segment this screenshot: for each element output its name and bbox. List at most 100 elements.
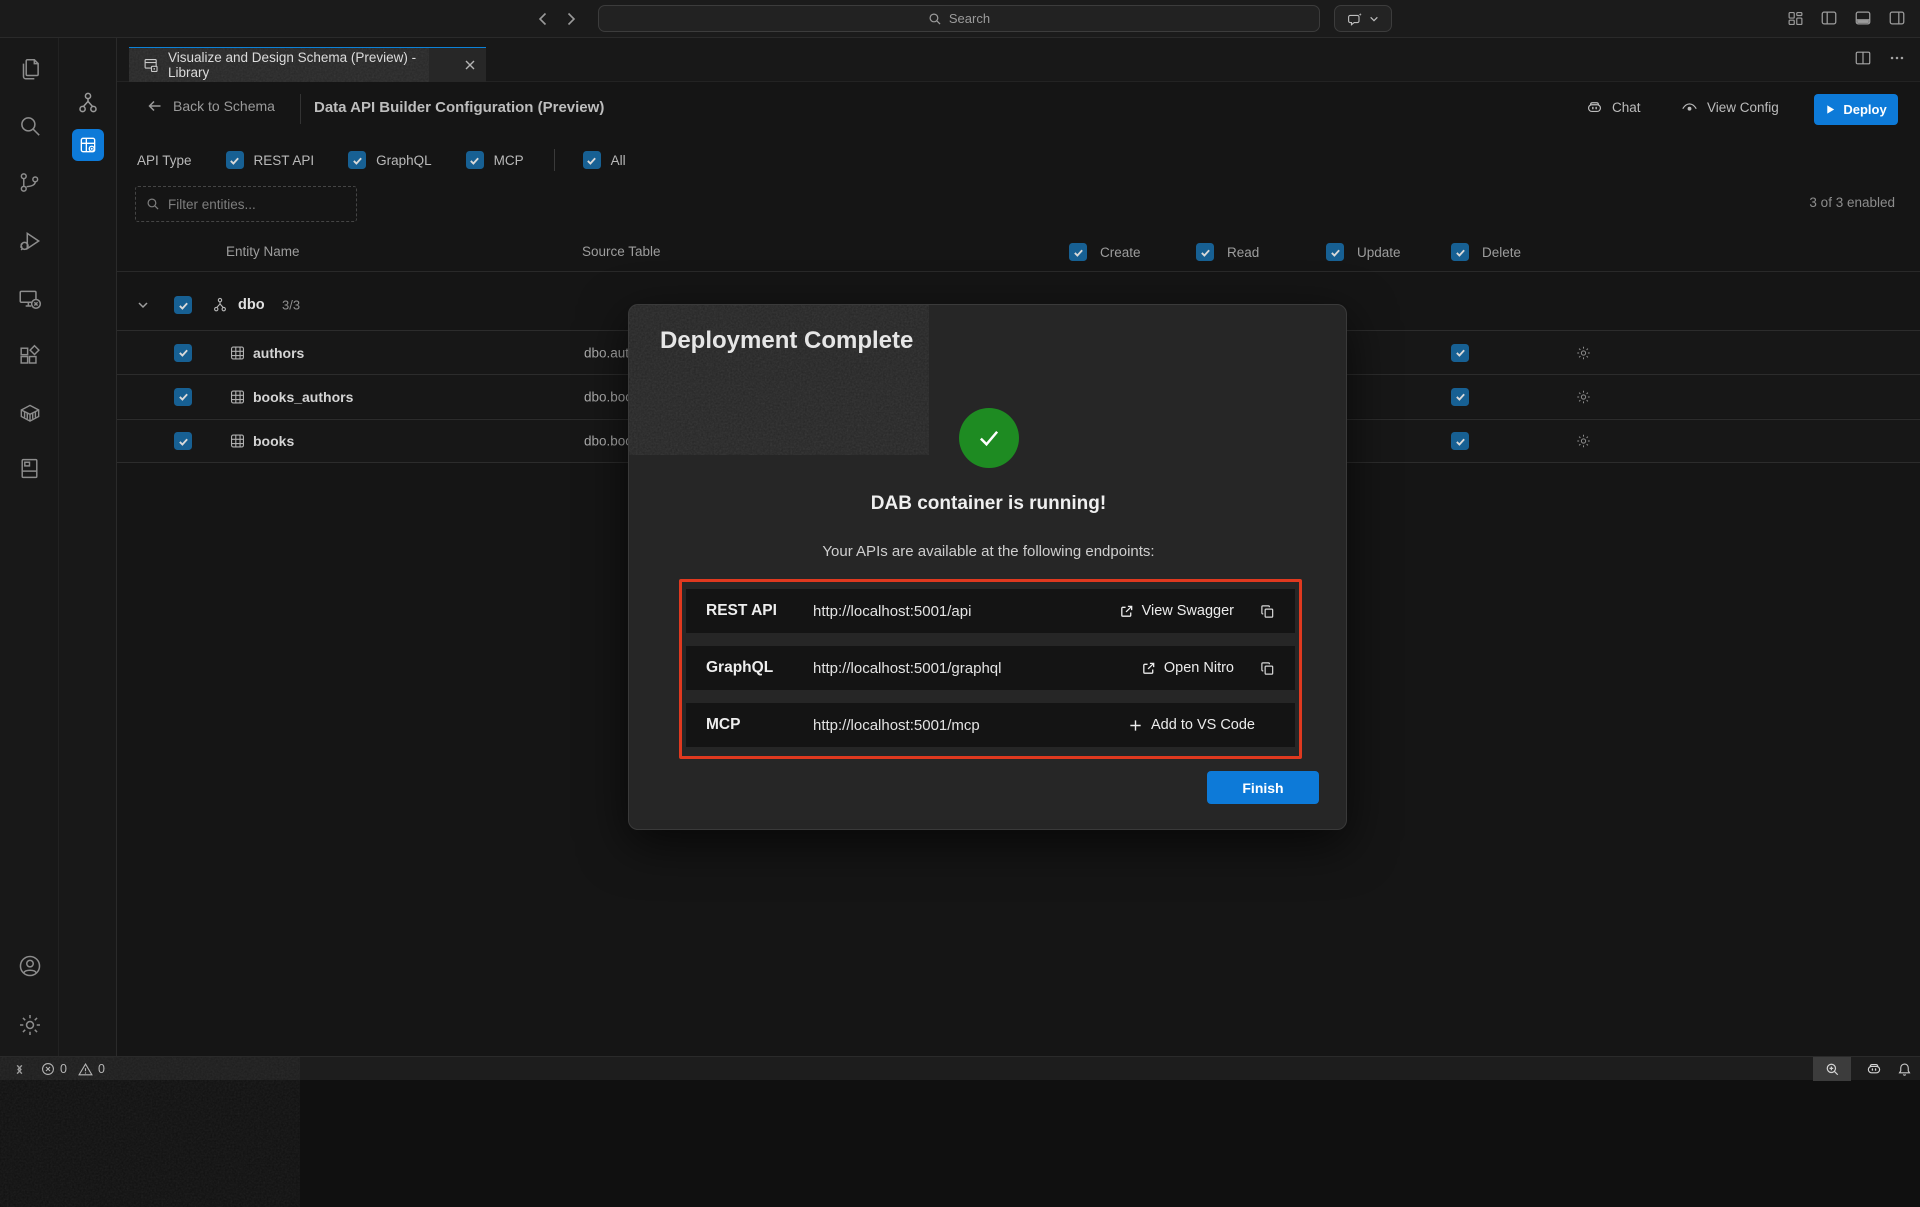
endpoint-row-graphql: GraphQL http://localhost:5001/graphql Op…	[686, 646, 1295, 690]
tab-title: Visualize and Design Schema (Preview) - …	[168, 50, 450, 80]
table-header: Entity Name Source Table Create Read Upd…	[117, 235, 1920, 272]
deploy-button[interactable]: Deploy	[1814, 94, 1898, 125]
plus-icon	[1128, 718, 1143, 733]
col-update: Update	[1357, 245, 1401, 260]
activity-bar	[0, 38, 59, 1056]
tab-close-icon[interactable]	[464, 59, 476, 71]
source-control-icon[interactable]	[16, 169, 43, 196]
search-input[interactable]: Search	[598, 5, 1320, 32]
group-count: 3/3	[282, 298, 300, 313]
remote-explorer-icon[interactable]	[16, 285, 43, 312]
explorer-icon[interactable]	[16, 55, 43, 82]
row-settings-gear-icon[interactable]	[1575, 433, 1592, 450]
error-count: 0	[60, 1062, 67, 1076]
row-checkbox[interactable]	[174, 344, 192, 362]
endpoints-annotation-box: REST API http://localhost:5001/api View …	[679, 579, 1302, 759]
col-delete: Delete	[1482, 245, 1521, 260]
view-config-label: View Config	[1707, 100, 1779, 115]
tab-visualize-design-schema[interactable]: Visualize and Design Schema (Preview) - …	[129, 47, 486, 82]
enabled-summary: 3 of 3 enabled	[1809, 195, 1895, 210]
toggle-secondary-sidebar-icon[interactable]	[1886, 7, 1908, 29]
add-to-vscode-link[interactable]: Add to VS Code	[1128, 717, 1255, 733]
api-type-row: API Type REST API GraphQL MCP All	[137, 144, 626, 176]
dab-config-view-icon[interactable]	[72, 129, 104, 161]
filter-entities-input[interactable]: Filter entities...	[135, 186, 357, 222]
endpoint-row-rest: REST API http://localhost:5001/api View …	[686, 589, 1295, 633]
toggle-primary-sidebar-icon[interactable]	[1818, 7, 1840, 29]
table-icon	[229, 433, 246, 450]
back-label: Back to Schema	[173, 98, 275, 114]
row-settings-gear-icon[interactable]	[1575, 388, 1592, 405]
mcp-checkbox[interactable]	[466, 151, 484, 169]
split-editor-icon[interactable]	[1854, 49, 1872, 67]
run-debug-icon[interactable]	[16, 227, 43, 254]
entity-name: books_authors	[253, 389, 353, 405]
endpoint-url: http://localhost:5001/api	[813, 603, 1119, 620]
entity-name: books	[253, 433, 294, 449]
problems-indicator[interactable]: 0 0	[41, 1062, 105, 1077]
settings-gear-icon[interactable]	[16, 1011, 43, 1038]
chat-button[interactable]: Chat	[1585, 98, 1641, 117]
delete-all-checkbox[interactable]	[1451, 243, 1469, 261]
nav-forward-icon[interactable]	[560, 8, 582, 30]
toggle-panel-icon[interactable]	[1852, 7, 1874, 29]
col-read: Read	[1227, 245, 1259, 260]
api-type-divider	[554, 149, 555, 171]
table-icon	[229, 388, 246, 405]
endpoint-label: GraphQL	[706, 659, 813, 677]
view-config-button[interactable]: View Config	[1680, 98, 1779, 117]
search-icon	[928, 12, 942, 26]
col-create: Create	[1100, 245, 1141, 260]
title-bar: Search	[0, 0, 1920, 38]
row-checkbox[interactable]	[174, 432, 192, 450]
row-settings-gear-icon[interactable]	[1575, 344, 1592, 361]
copy-icon[interactable]	[1260, 661, 1275, 676]
entity-name: authors	[253, 345, 304, 361]
customize-layout-icon[interactable]	[1784, 7, 1806, 29]
database-view-icon[interactable]	[16, 455, 43, 482]
editor-tab-bar: Visualize and Design Schema (Preview) - …	[117, 38, 1920, 82]
update-all-checkbox[interactable]	[1326, 243, 1344, 261]
dialog-heading: DAB container is running!	[629, 493, 1347, 515]
success-check-icon	[959, 408, 1019, 468]
delete-checkbox[interactable]	[1451, 432, 1469, 450]
eye-icon	[1680, 98, 1699, 117]
endpoint-url: http://localhost:5001/mcp	[813, 717, 1128, 734]
play-icon	[1825, 104, 1836, 115]
copilot-icon	[1585, 98, 1604, 117]
view-swagger-link[interactable]: View Swagger	[1119, 603, 1234, 619]
header-divider	[300, 94, 301, 124]
copy-icon[interactable]	[1260, 604, 1275, 619]
chevron-down-icon[interactable]	[136, 298, 150, 312]
rest-api-checkbox[interactable]	[226, 151, 244, 169]
search-placeholder: Search	[949, 11, 990, 26]
create-all-checkbox[interactable]	[1069, 243, 1087, 261]
back-to-schema-link[interactable]: Back to Schema	[147, 98, 275, 114]
zoom-indicator-icon[interactable]	[1813, 1057, 1851, 1081]
finish-button[interactable]: Finish	[1207, 771, 1319, 804]
row-checkbox[interactable]	[174, 388, 192, 406]
copilot-status-icon[interactable]	[1865, 1060, 1883, 1078]
nav-back-icon[interactable]	[532, 8, 554, 30]
arrow-left-icon	[147, 98, 163, 114]
graphql-checkbox[interactable]	[348, 151, 366, 169]
extensions-icon[interactable]	[16, 342, 43, 369]
warning-icon	[78, 1062, 93, 1077]
warning-count: 0	[98, 1062, 105, 1076]
schema-designer-icon[interactable]	[75, 90, 101, 116]
all-checkbox[interactable]	[583, 151, 601, 169]
notifications-bell-icon[interactable]	[1897, 1062, 1912, 1077]
read-all-checkbox[interactable]	[1196, 243, 1214, 261]
delete-checkbox[interactable]	[1451, 344, 1469, 362]
search-view-icon[interactable]	[16, 112, 43, 139]
group-checkbox[interactable]	[174, 296, 192, 314]
copilot-chat-toggle[interactable]	[1334, 5, 1392, 32]
open-nitro-link[interactable]: Open Nitro	[1141, 660, 1234, 676]
schema-icon	[211, 296, 229, 314]
endpoint-label: MCP	[706, 716, 813, 734]
container-icon[interactable]	[16, 399, 43, 426]
account-icon[interactable]	[16, 952, 43, 979]
more-actions-icon[interactable]	[1888, 49, 1906, 67]
delete-checkbox[interactable]	[1451, 388, 1469, 406]
remote-indicator-icon[interactable]	[12, 1062, 27, 1077]
